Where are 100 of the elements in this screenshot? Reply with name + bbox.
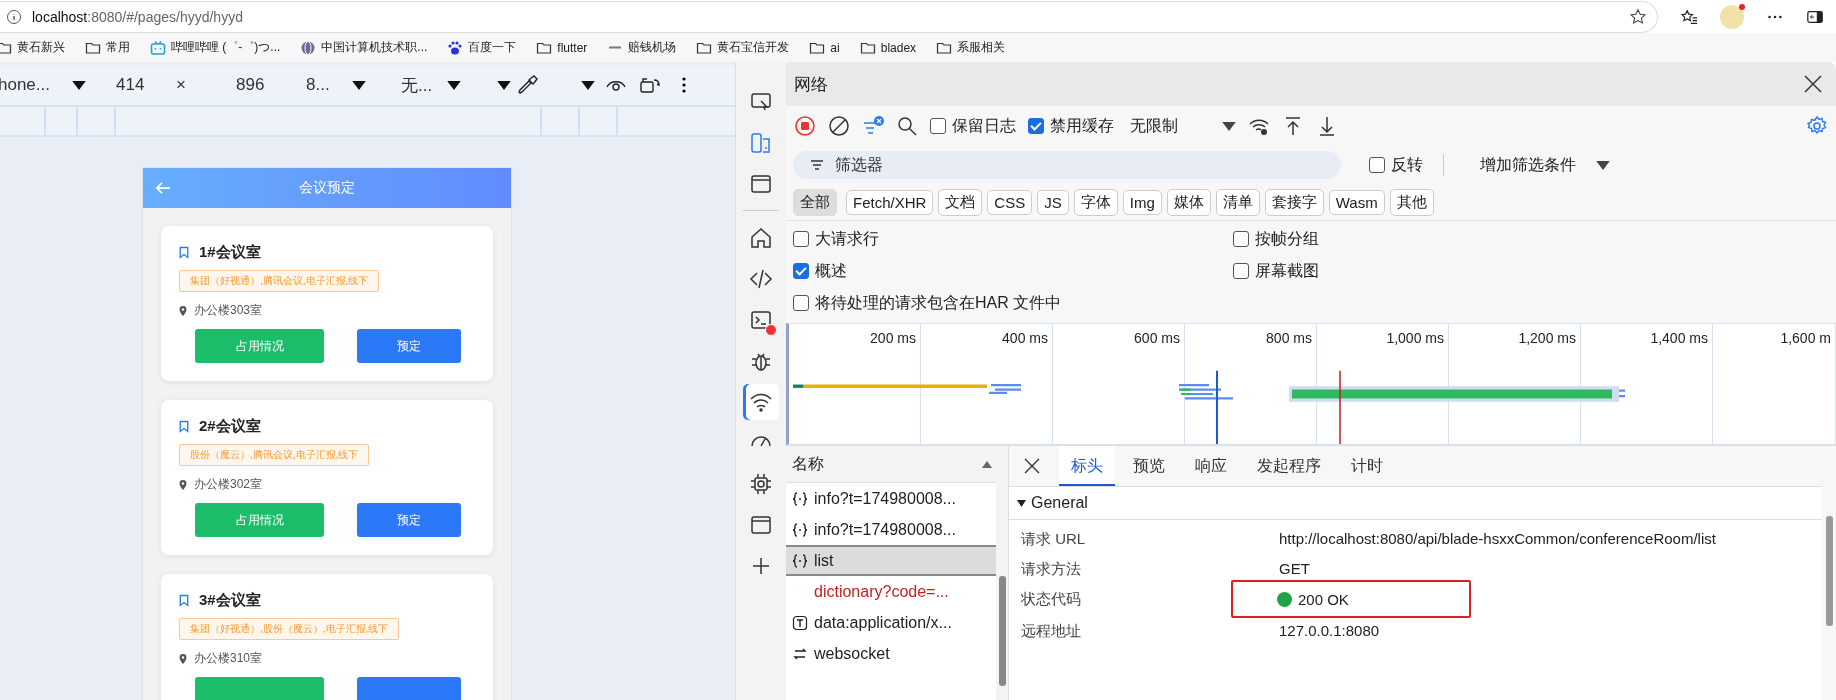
filter-field[interactable]: 筛选器	[793, 151, 1341, 179]
feature-tag: 股份（魔云）,腾讯会议,电子汇报,线下	[179, 444, 370, 466]
detail-tab[interactable]: 计时	[1339, 446, 1395, 486]
star-icon[interactable]	[1629, 8, 1647, 26]
eyedropper-icon[interactable]	[517, 74, 539, 96]
checkbox[interactable]	[793, 263, 809, 279]
book-button[interactable]: 预定	[357, 503, 461, 537]
section-title: General	[1031, 494, 1088, 512]
checkbox-label: 保留日志	[952, 115, 1016, 136]
disclosure-triangle-icon[interactable]	[1017, 498, 1026, 508]
caret-icon[interactable]	[1596, 160, 1610, 170]
close-icon[interactable]	[1802, 73, 1824, 95]
throttle-select[interactable]: 无...	[401, 73, 429, 97]
text-file-icon	[792, 614, 808, 631]
paw-icon	[447, 39, 464, 56]
zoom-select[interactable]: 8...	[306, 75, 334, 95]
bookmark[interactable]: 黄石宝信开发	[696, 39, 790, 56]
type-filter-chip[interactable]: 清单	[1215, 188, 1260, 216]
caret-icon[interactable]	[72, 80, 86, 90]
header-value: 200 OK	[1298, 590, 1349, 608]
record-icon[interactable]	[794, 115, 816, 137]
bookmark[interactable]: 中国计算机技术职...	[300, 39, 428, 56]
device-select[interactable]: hone...	[0, 75, 72, 95]
type-filter-chip[interactable]: Wasm	[1328, 189, 1385, 215]
checkbox[interactable]	[793, 295, 809, 311]
bookmark[interactable]: 黄石新兴	[0, 39, 65, 56]
checkbox[interactable]	[793, 231, 809, 247]
type-filter-chip[interactable]: 字体	[1073, 188, 1118, 216]
header-label: 请求 URL	[1021, 529, 1087, 549]
bookmark[interactable]: bladex	[859, 39, 917, 56]
checkbox[interactable]	[1028, 118, 1044, 134]
throttling-select[interactable]: 无限制	[1130, 115, 1210, 137]
info-icon	[6, 9, 22, 25]
feature-tag: 集团（好视通）,腾讯会议,电子汇报,线下	[179, 270, 380, 292]
type-filter-chip[interactable]: 全部	[793, 188, 837, 216]
bookmark[interactable]: ai	[809, 39, 840, 56]
height-field[interactable]: 896	[236, 75, 276, 95]
caret-icon[interactable]	[447, 80, 461, 90]
detail-tab[interactable]: 标头	[1059, 446, 1115, 486]
header-value: 127.0.0.1:8080	[1279, 621, 1380, 641]
scrollbar-thumb[interactable]	[1826, 516, 1833, 626]
caret-icon[interactable]	[352, 80, 366, 90]
clear-icon[interactable]	[828, 115, 850, 137]
more-filters-dropdown[interactable]: 增加筛选条件	[1480, 154, 1576, 176]
type-filter-chip[interactable]: Img	[1122, 189, 1162, 215]
type-filter-chip[interactable]: 套接字	[1264, 188, 1324, 216]
request-row[interactable]: data:application/x...	[786, 607, 996, 638]
bookmark[interactable]: flutter	[536, 39, 588, 56]
bookmark[interactable]: 百度一下	[447, 39, 517, 56]
activity-bar-item[interactable]	[743, 384, 779, 420]
times-sign: ×	[176, 75, 187, 95]
caret-icon[interactable]	[1222, 121, 1236, 131]
sort-arrow-icon[interactable]	[982, 460, 992, 468]
globe-icon	[300, 39, 317, 56]
bookmark[interactable]: 系服相关	[936, 39, 1006, 56]
location-pin-icon	[179, 479, 187, 490]
detail-tab[interactable]: 发起程序	[1245, 446, 1333, 486]
request-row[interactable]: info?t=174980008...	[786, 514, 996, 545]
checkbox[interactable]	[930, 118, 946, 134]
type-filter-chip[interactable]: 媒体	[1166, 188, 1211, 216]
width-field[interactable]: 414	[116, 75, 156, 95]
checkbox[interactable]	[1369, 157, 1385, 173]
request-row[interactable]: websocket	[786, 638, 996, 669]
bookmark[interactable]: 赔钱机场	[607, 39, 677, 56]
detail-tab[interactable]: 预览	[1121, 446, 1177, 486]
type-filter-chip[interactable]: 其他	[1389, 188, 1434, 216]
request-row[interactable]: list	[786, 545, 996, 576]
checkbox-label: 反转	[1391, 154, 1423, 175]
close-icon[interactable]	[1023, 457, 1041, 475]
avatar[interactable]	[1720, 4, 1744, 29]
scrollbar-thumb[interactable]	[999, 576, 1006, 686]
type-filter-chip[interactable]: 文档	[938, 188, 983, 216]
page-title: 会议预定	[299, 179, 355, 197]
time-tick-label: 1,000 ms	[1386, 329, 1444, 348]
favorites-icon[interactable]	[1680, 7, 1698, 26]
room-location: 办公楼303室	[194, 302, 263, 319]
time-tick-label: 1,200 ms	[1518, 329, 1576, 348]
request-row[interactable]: info?t=174980008...	[786, 483, 996, 514]
type-filter-chip[interactable]: Fetch/XHR	[846, 189, 934, 215]
detail-tab[interactable]: 响应	[1183, 446, 1239, 486]
tv-icon	[150, 39, 166, 56]
checkbox[interactable]	[1233, 231, 1249, 247]
column-header[interactable]: 名称	[792, 453, 824, 475]
window-icon	[749, 513, 773, 537]
search-icon[interactable]	[896, 115, 918, 137]
bookmark[interactable]: 常用	[85, 39, 130, 56]
caret-icon[interactable]	[497, 80, 511, 90]
checkbox[interactable]	[1233, 263, 1249, 279]
book-button[interactable]: 预定	[357, 329, 461, 363]
request-row[interactable]: dictionary?code=...	[786, 576, 996, 607]
dash-icon	[609, 46, 622, 49]
bookmark[interactable]: 哔哩哔哩 (゜-゜)つ...	[150, 39, 281, 56]
type-filter-chip[interactable]: CSS	[987, 189, 1033, 215]
type-filter-chip[interactable]: JS	[1037, 189, 1069, 215]
request-name: list	[814, 551, 834, 570]
braces-icon	[792, 490, 808, 507]
header-value: http://localhost:8080/api/blade-hsxxCommon/conferenceRoom/list	[1279, 529, 1716, 549]
location-pin-icon	[179, 653, 187, 664]
filter-clear-icon[interactable]	[862, 115, 884, 137]
caret-icon[interactable]	[581, 80, 595, 90]
